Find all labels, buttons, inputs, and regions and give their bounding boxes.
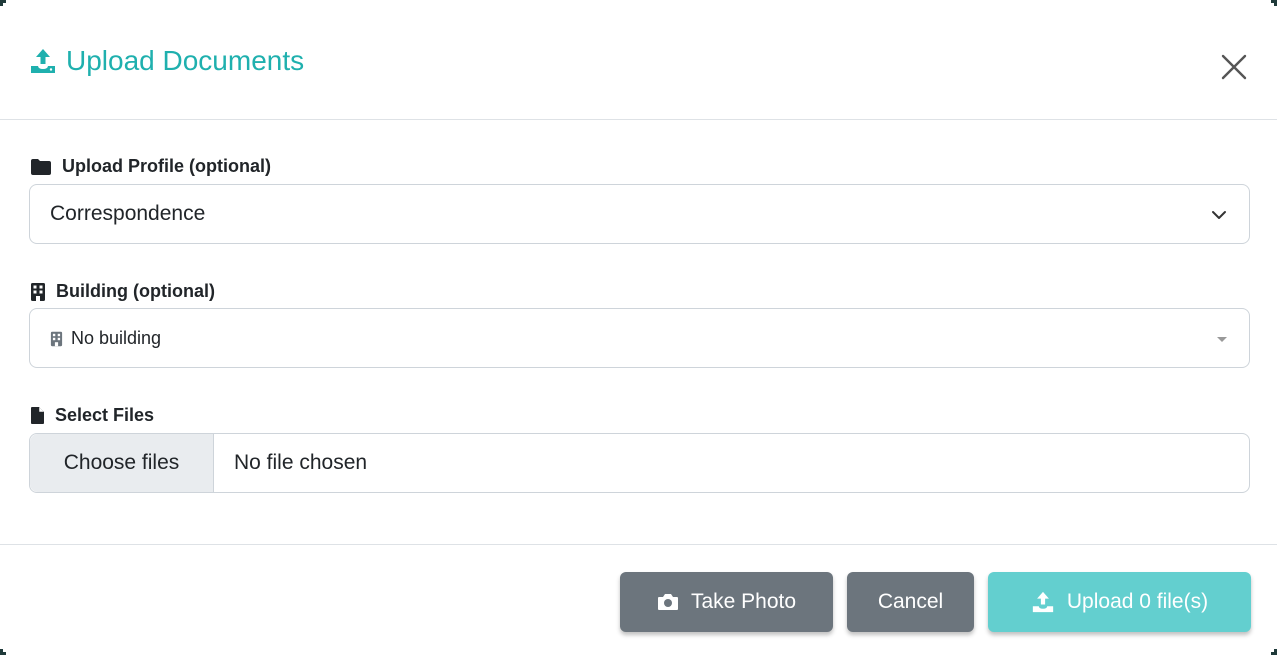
chevron-down-icon <box>1212 211 1226 219</box>
upload-profile-value: Correspondence <box>50 202 206 225</box>
take-photo-button[interactable]: Take Photo <box>620 572 833 632</box>
upload-files-button[interactable]: Upload 0 file(s) <box>988 572 1251 632</box>
modal-title: Upload Documents <box>66 45 305 76</box>
upload-documents-modal: Upload Documents Upload Profile (optiona… <box>0 0 1277 655</box>
file-status: No file chosen <box>234 451 368 474</box>
files-label-row: Select Files <box>30 405 154 426</box>
upload-icon <box>30 48 56 74</box>
file-input[interactable]: Choose files No file chosen <box>29 433 1250 493</box>
folder-icon <box>31 158 51 175</box>
close-icon <box>1221 54 1247 80</box>
building-label-row: Building (optional) <box>30 281 215 302</box>
modal-title-wrap: Upload Documents <box>30 44 304 78</box>
take-photo-label: Take Photo <box>690 590 797 613</box>
files-label: Select Files <box>55 405 155 425</box>
building-select[interactable]: No building <box>29 308 1250 368</box>
modal-footer: Take Photo Cancel Upload 0 file(s) <box>0 545 1277 655</box>
building-value: No building <box>71 328 162 348</box>
cancel-button[interactable]: Cancel <box>847 572 974 632</box>
profile-label-row: Upload Profile (optional) <box>30 156 271 177</box>
profile-label: Upload Profile (optional) <box>62 156 271 176</box>
upload-icon <box>1032 591 1054 613</box>
building-icon <box>31 282 45 301</box>
upload-profile-select[interactable]: Correspondence <box>29 184 1250 244</box>
building-value-wrap: No building <box>50 328 161 349</box>
close-button[interactable] <box>1219 52 1249 82</box>
building-icon <box>50 331 63 346</box>
building-label: Building (optional) <box>56 281 215 301</box>
file-icon <box>31 407 44 424</box>
camera-icon <box>657 594 678 610</box>
modal-header: Upload Documents <box>0 0 1277 120</box>
upload-label: Upload 0 file(s) <box>1066 590 1209 613</box>
caret-down-icon <box>1217 337 1227 342</box>
cancel-label: Cancel <box>877 590 944 613</box>
modal-body: Upload Profile (optional) Correspondence… <box>0 120 1277 545</box>
choose-files-button[interactable]: Choose files <box>30 434 214 492</box>
